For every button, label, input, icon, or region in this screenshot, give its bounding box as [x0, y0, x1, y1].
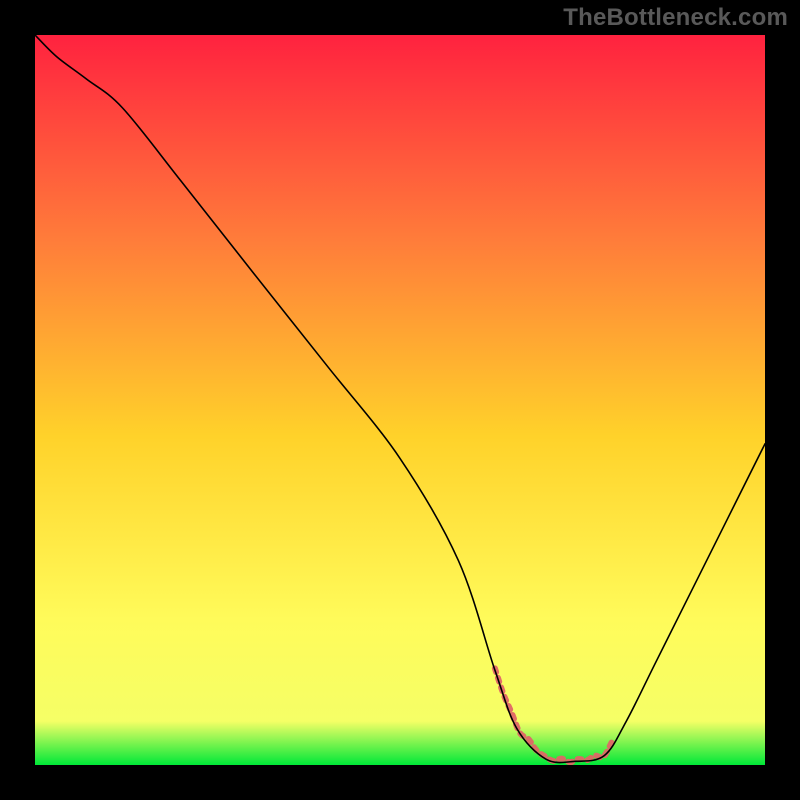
watermark-text: TheBottleneck.com [563, 4, 788, 32]
plot-area [35, 35, 765, 765]
chart-frame: TheBottleneck.com [0, 0, 800, 800]
gradient-background [35, 35, 765, 765]
chart-svg [35, 35, 765, 765]
